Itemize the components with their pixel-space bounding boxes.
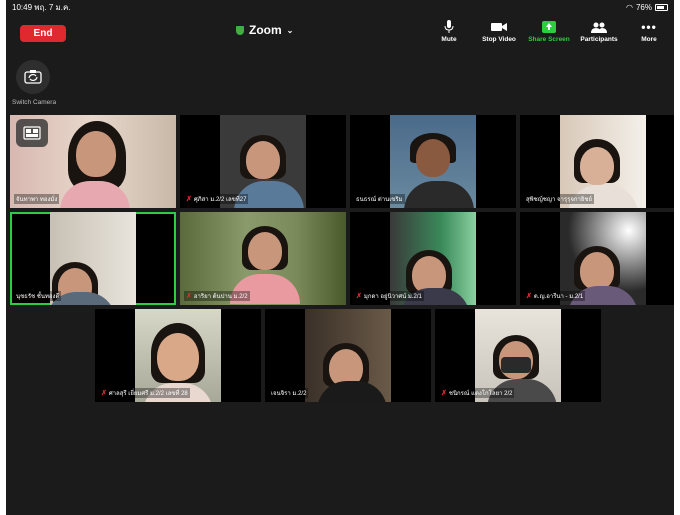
participant-name: ✗ ชนิกรณ์ แตงโกโลยา 2/2 (439, 388, 515, 398)
status-time: 10:49 (12, 2, 33, 12)
share-screen-icon (542, 18, 556, 36)
participant-name: เจนจิรา ม.2/2 (269, 388, 309, 398)
mic-muted-icon: ✗ (186, 293, 192, 300)
participant-name: ✗ อาริยา ต้นปาน ม.2/2 (184, 291, 250, 301)
mic-muted-icon: ✗ (356, 293, 362, 300)
participant-name: สุพิชญ์ชญา จารุรุจกายิชย์ (524, 194, 594, 204)
participants-icon (591, 18, 607, 36)
status-bar: 10:49 พฤ. 7 ม.ค. ◠ 76% (6, 0, 674, 14)
battery-icon (655, 3, 668, 11)
wifi-icon: ◠ (626, 2, 633, 12)
participants-label: Participants (580, 36, 618, 43)
shield-icon (236, 25, 244, 35)
participant-name: จันทาพา ทองมั่ง (14, 194, 60, 204)
video-feed (46, 212, 136, 305)
video-feed (305, 309, 391, 402)
meeting-title-label: Zoom (249, 23, 282, 37)
participant-tile[interactable]: ✗ ศุภิสา ม.2/2 เลขที่27 (180, 115, 346, 208)
switch-camera-icon (24, 70, 42, 84)
share-screen-label: Share Screen (528, 36, 570, 43)
mic-muted-icon: ✗ (101, 390, 107, 397)
switch-camera-label: Switch Camera (12, 99, 57, 106)
participant-tile-active-speaker[interactable]: นุชธรัช ชั้นทองดี (10, 212, 176, 305)
participant-name: ✗ มุกดา อยู่นิวาศน์ ม.2/1 (354, 291, 424, 301)
participant-tile[interactable]: ✗ อาริยา ต้นปาน ม.2/2 (180, 212, 346, 305)
video-camera-icon (491, 18, 507, 36)
microphone-icon (444, 18, 454, 36)
mute-button[interactable]: Mute (424, 18, 474, 43)
participant-name: ธนธรณ์ ด่านเขริม (354, 194, 405, 204)
mic-muted-icon: ✗ (526, 293, 532, 300)
participant-name: ✗ ศุภิสา ม.2/2 เลขที่27 (184, 194, 249, 204)
mic-muted-icon: ✗ (441, 390, 447, 397)
battery-percent: 76% (635, 2, 652, 12)
participant-tile[interactable]: ✗ ด.ญ.อารีนา - ม.2/1 (520, 212, 674, 305)
toolbar: Mute Stop Video Share Screen Participant… (424, 18, 674, 43)
participant-tile[interactable]: ธนธรณ์ ด่านเขริม (350, 115, 516, 208)
more-dots-icon: ••• (641, 20, 657, 34)
end-button[interactable]: End (20, 25, 66, 42)
shapes-icon (16, 119, 48, 147)
participant-tile[interactable]: เจนจิรา ม.2/2 (265, 309, 431, 402)
mic-muted-icon: ✗ (186, 196, 192, 203)
participant-name: ✗ ศาลสุรี เยี่ยมศรี ม.2/2 เลขที่ 28 (99, 388, 190, 398)
participant-tile[interactable]: ✗ ชนิกรณ์ แตงโกโลยา 2/2 (435, 309, 601, 402)
zoom-window: 10:49 พฤ. 7 ม.ค. ◠ 76% End Zoom ⌄ Mute S… (6, 0, 674, 515)
status-date: พฤ. 7 ม.ค. (34, 2, 71, 12)
stop-video-label: Stop Video (482, 36, 516, 43)
participant-tile[interactable]: สุพิชญ์ชญา จารุรุจกายิชย์ (520, 115, 674, 208)
participant-name: นุชธรัช ชั้นทองดี (14, 291, 62, 301)
participant-tile[interactable]: ✗ มุกดา อยู่นิวาศน์ ม.2/1 (350, 212, 516, 305)
participants-button[interactable]: Participants (574, 18, 624, 43)
switch-camera-button[interactable] (16, 60, 50, 94)
participant-tile[interactable]: จันทาพา ทองมั่ง (10, 115, 176, 208)
share-screen-button[interactable]: Share Screen (524, 18, 574, 43)
more-button[interactable]: ••• More (624, 18, 674, 43)
face-mask (501, 357, 531, 373)
mute-label: Mute (441, 36, 457, 43)
participant-tile[interactable]: ✗ ศาลสุรี เยี่ยมศรี ม.2/2 เลขที่ 28 (95, 309, 261, 402)
participant-name: ✗ ด.ญ.อารีนา - ม.2/1 (524, 291, 586, 301)
meeting-title[interactable]: Zoom ⌄ (236, 23, 293, 37)
stop-video-button[interactable]: Stop Video (474, 18, 524, 43)
chevron-down-icon: ⌄ (286, 25, 294, 35)
more-label: More (641, 36, 657, 43)
